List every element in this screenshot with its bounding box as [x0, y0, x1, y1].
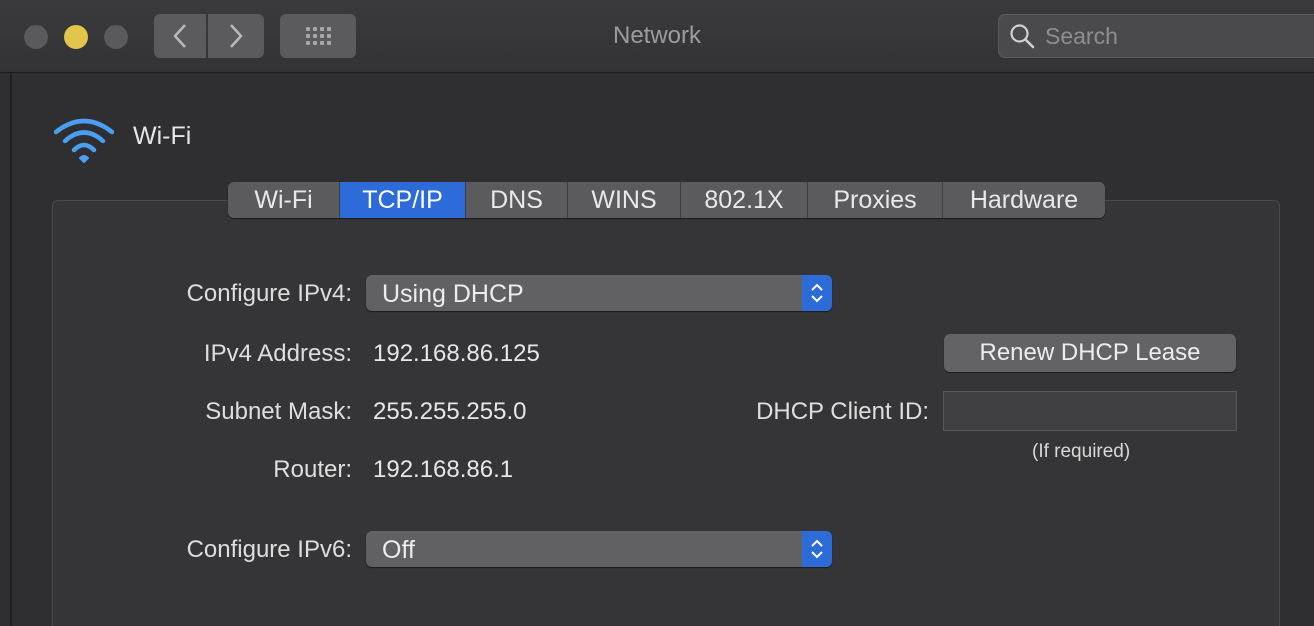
network-preferences-window: Network Wi-Fi Wi-Fi TCP/IP DNS WINS 802.…: [0, 0, 1314, 626]
router-label: Router:: [273, 456, 352, 483]
wifi-icon: [53, 118, 115, 163]
tab-proxies[interactable]: Proxies: [808, 182, 943, 218]
configure-ipv6-label: Configure IPv6:: [186, 536, 352, 563]
router-value: 192.168.86.1: [373, 456, 514, 483]
dhcp-client-id-field[interactable]: [943, 391, 1237, 431]
configure-ipv4-value: Using DHCP: [382, 280, 524, 308]
configure-ipv4-select[interactable]: Using DHCP: [366, 275, 832, 311]
subnet-mask-label: Subnet Mask:: [205, 398, 352, 425]
search-field[interactable]: [998, 14, 1314, 58]
up-down-chevron-icon: [802, 531, 832, 567]
tab-bar: Wi-Fi TCP/IP DNS WINS 802.1X Proxies Har…: [228, 182, 1105, 218]
tab-8021x[interactable]: 802.1X: [681, 182, 808, 218]
tab-tcpip[interactable]: TCP/IP: [340, 182, 466, 218]
window-edge-divider: [10, 73, 12, 626]
configure-ipv6-value: Off: [382, 536, 415, 564]
subnet-mask-value: 255.255.255.0: [373, 398, 527, 425]
search-icon: [1010, 24, 1035, 49]
tab-hardware[interactable]: Hardware: [943, 182, 1105, 218]
configure-ipv6-select[interactable]: Off: [366, 531, 832, 567]
tab-dns[interactable]: DNS: [466, 182, 568, 218]
tab-wins[interactable]: WINS: [568, 182, 681, 218]
tab-wifi[interactable]: Wi-Fi: [228, 182, 340, 218]
configure-ipv4-label: Configure IPv4:: [186, 280, 352, 307]
ipv4-address-label: IPv4 Address:: [203, 340, 352, 367]
ipv4-address-value: 192.168.86.125: [373, 340, 540, 367]
interface-name: Wi-Fi: [133, 122, 192, 150]
up-down-chevron-icon: [802, 275, 832, 311]
dhcp-client-id-hint: (If required): [1032, 441, 1131, 462]
title-bar: Network: [0, 0, 1314, 73]
search-input[interactable]: [1043, 21, 1307, 51]
renew-dhcp-lease-button[interactable]: Renew DHCP Lease: [944, 334, 1236, 372]
dhcp-client-id-label: DHCP Client ID:: [756, 398, 929, 425]
